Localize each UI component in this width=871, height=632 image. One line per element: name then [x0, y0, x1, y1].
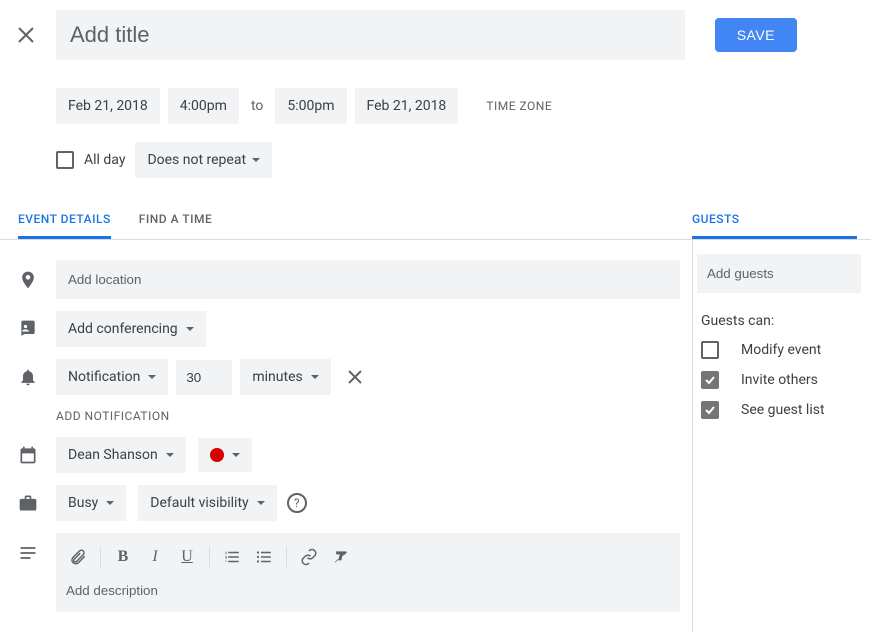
chevron-down-icon [232, 453, 240, 457]
calendar-icon [18, 445, 38, 465]
numbered-list-button[interactable] [218, 543, 246, 571]
save-button[interactable]: SAVE [715, 18, 797, 52]
guests-input[interactable] [697, 254, 861, 293]
notification-unit-dropdown[interactable]: minutes [240, 359, 330, 395]
recurrence-label: Does not repeat [147, 152, 246, 168]
notification-value-input[interactable] [176, 360, 232, 395]
visibility-label: Default visibility [150, 495, 248, 511]
link-button[interactable] [295, 543, 323, 571]
see-guest-list-checkbox[interactable] [701, 401, 719, 419]
description-icon [18, 543, 38, 563]
chevron-down-icon [257, 501, 265, 505]
recurrence-dropdown[interactable]: Does not repeat [135, 142, 272, 178]
start-time-picker[interactable]: 4:00pm [168, 88, 239, 124]
chevron-down-icon [186, 327, 194, 331]
description-input[interactable] [64, 579, 672, 612]
bold-button[interactable]: B [109, 543, 137, 571]
toolbar-divider [209, 547, 210, 567]
modify-event-checkbox[interactable] [701, 341, 719, 359]
attach-button[interactable] [64, 543, 92, 571]
to-label: to [247, 98, 267, 114]
chevron-down-icon [106, 501, 114, 505]
modify-event-label: Modify event [741, 342, 821, 358]
allday-checkbox[interactable] [56, 151, 74, 169]
chevron-down-icon [148, 375, 156, 379]
see-guest-list-label: See guest list [741, 402, 825, 418]
end-time-picker[interactable]: 5:00pm [275, 88, 346, 124]
calendar-dropdown[interactable]: Dean Shanson [56, 437, 186, 473]
conferencing-icon [18, 319, 38, 339]
invite-others-checkbox[interactable] [701, 371, 719, 389]
location-input[interactable] [56, 260, 680, 299]
tab-guests[interactable]: GUESTS [692, 200, 857, 239]
start-date-picker[interactable]: Feb 21, 2018 [56, 88, 160, 124]
chevron-down-icon [252, 158, 260, 162]
tab-find-time[interactable]: FIND A TIME [139, 200, 212, 239]
color-dropdown[interactable] [198, 438, 252, 472]
calendar-name-label: Dean Shanson [68, 447, 158, 463]
bullet-list-button[interactable] [250, 543, 278, 571]
toolbar-divider [286, 547, 287, 567]
visibility-help-icon[interactable]: ? [287, 493, 307, 513]
briefcase-icon [18, 493, 38, 513]
tab-event-details[interactable]: EVENT DETAILS [18, 200, 111, 239]
notification-type-dropdown[interactable]: Notification [56, 359, 168, 395]
notification-type-label: Notification [68, 369, 140, 385]
close-button[interactable] [14, 23, 38, 47]
event-title-input[interactable] [56, 10, 685, 60]
busy-dropdown[interactable]: Busy [56, 485, 126, 521]
bell-icon [18, 367, 38, 387]
guests-can-label: Guests can: [697, 293, 871, 335]
color-swatch [210, 448, 224, 462]
conferencing-dropdown[interactable]: Add conferencing [56, 311, 206, 347]
remove-notification-button[interactable] [337, 359, 373, 395]
busy-label: Busy [68, 495, 98, 511]
chevron-down-icon [166, 453, 174, 457]
chevron-down-icon [311, 375, 319, 379]
notification-unit-label: minutes [252, 369, 302, 385]
invite-others-label: Invite others [741, 372, 818, 388]
end-date-picker[interactable]: Feb 21, 2018 [355, 88, 459, 124]
clear-format-button[interactable] [327, 543, 355, 571]
timezone-link[interactable]: TIME ZONE [486, 99, 552, 113]
conferencing-label: Add conferencing [68, 321, 178, 337]
italic-button[interactable]: I [141, 543, 169, 571]
allday-label: All day [84, 152, 125, 168]
add-notification-link[interactable]: ADD NOTIFICATION [0, 401, 692, 431]
location-icon [18, 270, 38, 290]
underline-button[interactable]: U [173, 543, 201, 571]
toolbar-divider [100, 547, 101, 567]
visibility-dropdown[interactable]: Default visibility [138, 485, 276, 521]
